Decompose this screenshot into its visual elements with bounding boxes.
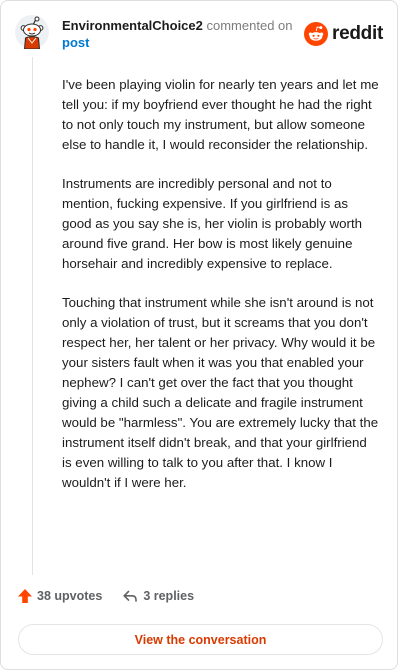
reply-arrow-icon <box>123 590 138 602</box>
reddit-logo-icon <box>304 22 329 46</box>
replies-button[interactable]: 3 replies <box>122 588 194 604</box>
embedded-comment-card: EnvironmentalChoice2 commented on post r… <box>0 0 398 670</box>
comment-actions: 38 upvotes 3 replies <box>17 588 194 604</box>
post-link[interactable]: post <box>62 35 89 50</box>
view-conversation-button[interactable]: View the conversation <box>18 624 383 655</box>
comment-paragraph: I've been playing violin for nearly ten … <box>62 77 379 152</box>
reddit-wordmark: reddit <box>332 23 383 44</box>
upvote-arrow-icon <box>18 589 32 603</box>
comment-body: I've been playing violin for nearly ten … <box>62 75 380 512</box>
reddit-logo[interactable]: reddit <box>304 21 383 47</box>
reddit-snoo-avatar-icon <box>15 15 49 50</box>
thread-line <box>32 57 33 575</box>
comment-header: EnvironmentalChoice2 commented on post <box>62 17 302 51</box>
comment-paragraph: Instruments are incredibly personal and … <box>62 176 363 271</box>
action-text: commented on <box>206 18 293 33</box>
upvote-count: 38 upvotes <box>37 589 103 603</box>
username-link[interactable]: EnvironmentalChoice2 <box>62 18 203 33</box>
user-avatar[interactable] <box>15 15 49 50</box>
comment-paragraph: Touching that instrument while she isn't… <box>62 295 379 490</box>
reply-count: 3 replies <box>143 589 195 603</box>
upvote-button[interactable]: 38 upvotes <box>17 588 102 604</box>
